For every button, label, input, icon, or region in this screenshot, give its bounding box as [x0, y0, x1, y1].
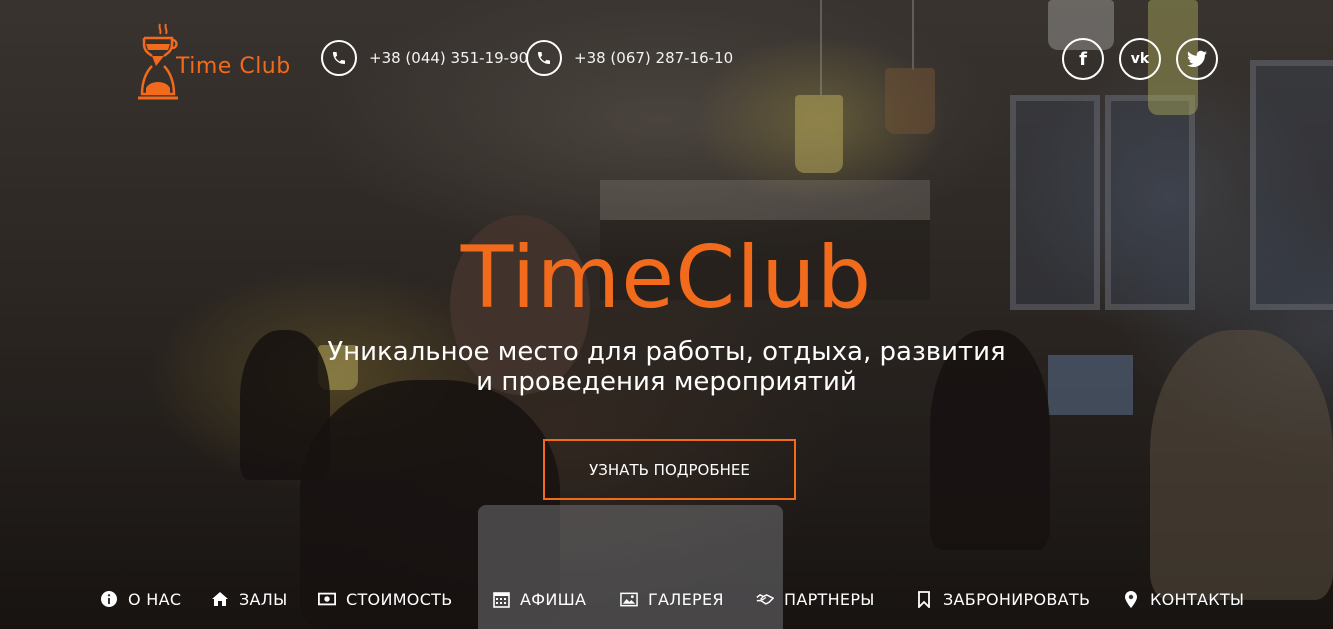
hourglass-logo-icon [138, 23, 178, 100]
nav-item-about[interactable]: О НАС [100, 584, 181, 614]
facebook-icon: f [1079, 48, 1087, 70]
learn-more-button[interactable]: УЗНАТЬ ПОДРОБНЕЕ [543, 439, 796, 500]
phone-1[interactable]: +38 (044) 351-19-90 [321, 40, 528, 76]
nav-label: ЗАБРОНИРОВАТЬ [943, 589, 1091, 609]
nav-item-halls[interactable]: ЗАЛЫ [211, 584, 288, 614]
hero-subtitle-line-1: Уникальное место для работы, отдыха, раз… [327, 337, 1006, 367]
hero-subtitle: Уникальное место для работы, отдыха, раз… [0, 337, 1333, 397]
nav-label: АФИША [520, 589, 587, 609]
nav-label: ПАРТНЕРЫ [784, 589, 875, 609]
twitter-icon [1187, 50, 1207, 67]
phone-icon [321, 40, 357, 76]
nav-item-pricing[interactable]: СТОИМОСТЬ [318, 584, 453, 614]
nav-label: СТОИМОСТЬ [346, 589, 453, 609]
nav-item-gallery[interactable]: ГАЛЕРЕЯ [620, 584, 724, 614]
hero-subtitle-line-2: и проведения мероприятий [476, 367, 857, 397]
nav-item-partners[interactable]: ПАРТНЕРЫ [756, 584, 875, 614]
phone-number: +38 (067) 287-16-10 [574, 49, 734, 67]
calendar-icon [492, 590, 510, 608]
picture-icon [620, 590, 638, 608]
handshake-icon [756, 590, 774, 608]
nav-label: ЗАЛЫ [239, 589, 288, 609]
nav-item-contacts[interactable]: КОНТАКТЫ [1122, 584, 1244, 614]
vk-icon: vk [1130, 51, 1150, 67]
nav-label: О НАС [128, 589, 182, 609]
hero-title: TimeClub [460, 228, 873, 328]
logo-text: Time Club [176, 54, 291, 79]
phone-icon [526, 40, 562, 76]
bookmark-icon [915, 590, 933, 608]
twitter-link[interactable] [1176, 38, 1218, 80]
money-icon [318, 590, 336, 608]
home-icon [211, 590, 229, 608]
map-marker-icon [1122, 590, 1140, 608]
nav-item-book[interactable]: ЗАБРОНИРОВАТЬ [915, 584, 1090, 614]
nav-label: КОНТАКТЫ [1150, 589, 1245, 609]
phone-2[interactable]: +38 (067) 287-16-10 [526, 40, 733, 76]
info-icon [100, 590, 118, 608]
phone-number: +38 (044) 351-19-90 [369, 49, 529, 67]
vk-link[interactable]: vk [1119, 38, 1161, 80]
nav-item-events[interactable]: АФИША [492, 584, 586, 614]
nav-label: ГАЛЕРЕЯ [648, 589, 724, 609]
site-logo[interactable]: Time Club [138, 20, 318, 100]
facebook-link[interactable]: f [1062, 38, 1104, 80]
main-nav: О НАС ЗАЛЫ СТОИМОСТЬ АФИША ГАЛЕРЕЯ ПАРТН… [0, 584, 1333, 614]
